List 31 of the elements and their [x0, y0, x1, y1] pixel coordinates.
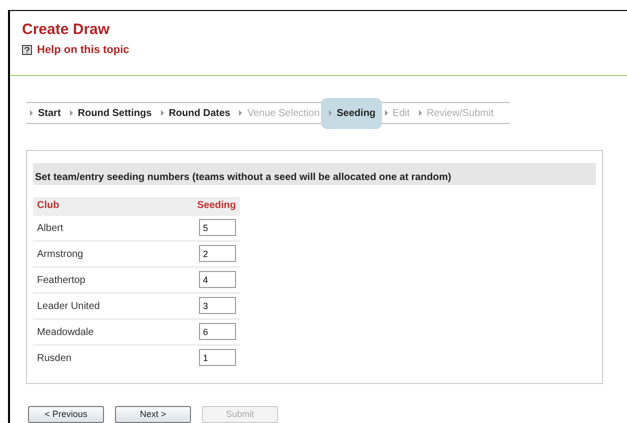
column-header: Seeding [183, 197, 240, 216]
table-cell: Meadowdale [33, 319, 183, 346]
wizard-button[interactable]: < Previous [28, 406, 104, 423]
instructions-text: Set team/entry seeding numbers (teams without a seed will be allocated one at random) [35, 172, 452, 184]
table-cell: Feathertop [33, 267, 183, 294]
arrow-icon [30, 110, 33, 116]
help-link[interactable]: Help on this topic [37, 42, 130, 58]
wizard-step[interactable]: Round Dates [168, 106, 230, 121]
seeding-input[interactable]: 5 [199, 219, 236, 236]
wizard-step[interactable]: Start [38, 106, 61, 121]
help-icon [22, 45, 32, 56]
arrow-icon [418, 110, 422, 116]
seeding-input[interactable]: 4 [199, 271, 236, 288]
seeding-input[interactable]: 3 [199, 297, 236, 314]
wizard-step[interactable]: Round Settings [78, 106, 152, 121]
page-title: Create Draw [22, 21, 111, 39]
seeding-input[interactable]: 2 [199, 245, 236, 262]
seeding-input[interactable]: 6 [199, 323, 236, 340]
arrow-icon [239, 110, 242, 116]
table-cell: Armstrong [33, 241, 183, 268]
arrow-icon [70, 110, 73, 116]
arrow-icon [384, 110, 388, 116]
table-cell: Leader United [33, 293, 183, 320]
column-header: Club [33, 197, 183, 216]
seeding-input[interactable]: 1 [199, 349, 236, 366]
wizard-button[interactable]: Next > [115, 406, 191, 423]
table-cell: Rusden [33, 345, 183, 370]
table-cell: Albert [33, 215, 183, 242]
wizard-step[interactable]: Seeding [336, 106, 376, 121]
arrow-icon [328, 110, 332, 116]
arrow-icon [160, 110, 164, 116]
